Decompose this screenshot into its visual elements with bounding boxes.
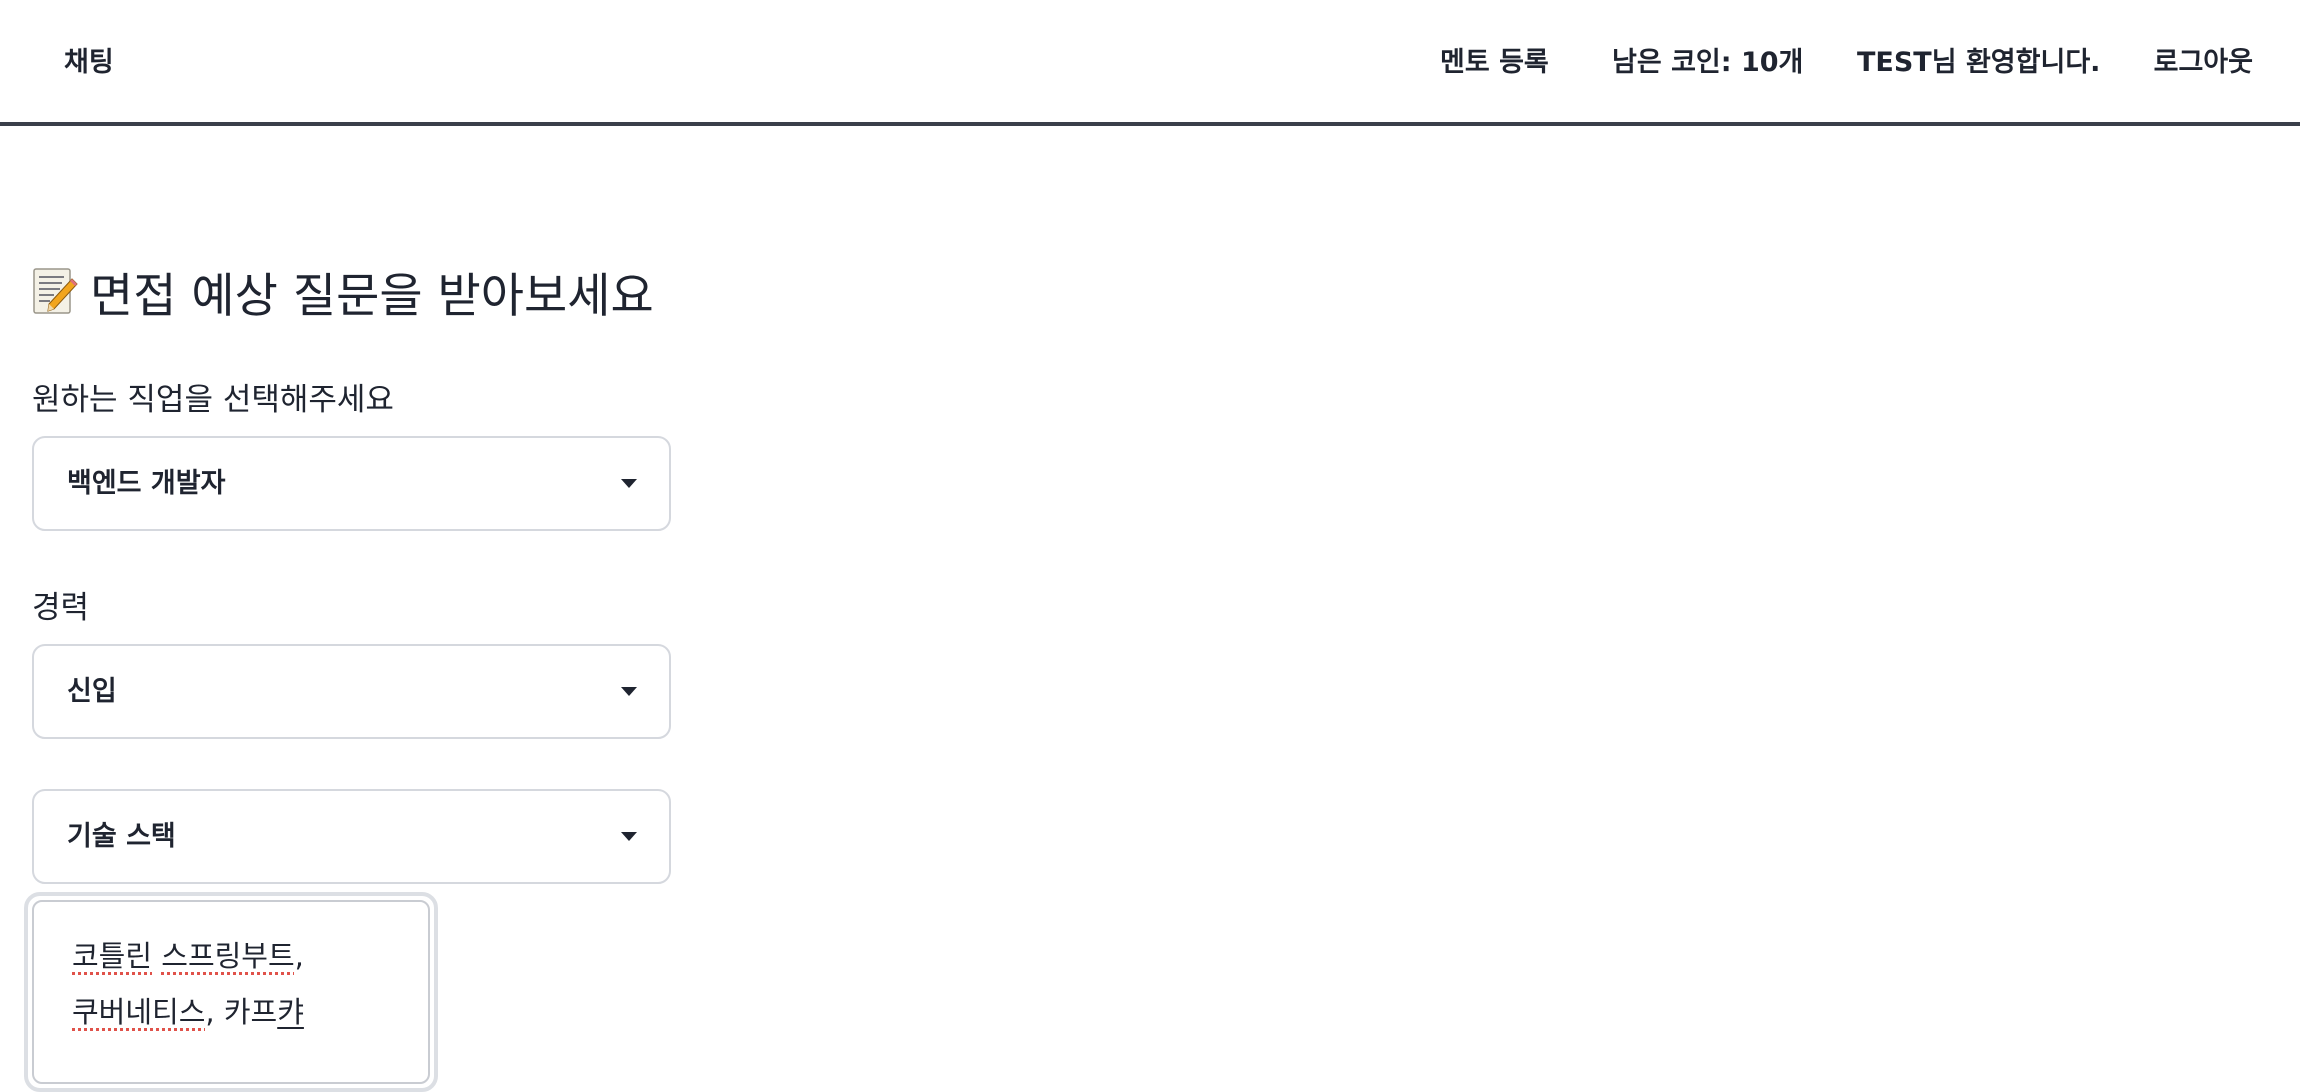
spellcheck-word: 쿠버네티스 xyxy=(72,995,206,1029)
welcome-message: TEST님 환영합니다. xyxy=(1857,47,2101,78)
tech-stack-input-focus-ring: 코틀린 스프링부트, 쿠버네티스, 카프캬 xyxy=(24,892,438,1092)
memo-icon xyxy=(32,265,78,317)
nav-chat-link[interactable]: 채팅 xyxy=(64,0,114,126)
job-select[interactable]: 백엔드 개발자 xyxy=(32,436,671,531)
nav-mentor-register-link[interactable]: 멘토 등록 xyxy=(1440,0,1549,126)
navbar: 채팅 멘토 등록 남은 코인: 10개 TEST님 환영합니다. 로그아웃 xyxy=(0,0,2300,126)
chevron-down-icon xyxy=(621,832,637,841)
tech-stack-select-value: 기술 스택 xyxy=(67,821,176,852)
spellcheck-word: 코틀린 xyxy=(72,939,153,973)
career-select-value: 신입 xyxy=(67,676,117,707)
separator: , xyxy=(294,939,304,973)
typed-text: 카프 xyxy=(223,995,278,1029)
page-title-row: 면접 예상 질문을 받아보세요 xyxy=(32,258,654,324)
career-select-label: 경력 xyxy=(32,590,90,626)
coin-balance: 남은 코인: 10개 xyxy=(1612,47,1804,78)
chevron-down-icon xyxy=(621,479,637,488)
ime-composing-char: 캬 xyxy=(277,995,304,1029)
spellcheck-word: 스프링부트 xyxy=(161,939,295,973)
chevron-down-icon xyxy=(621,687,637,696)
job-select-value: 백엔드 개발자 xyxy=(67,468,226,499)
job-select-label: 원하는 직업을 선택해주세요 xyxy=(32,382,394,418)
page-title: 면접 예상 질문을 받아보세요 xyxy=(90,268,654,324)
logout-link[interactable]: 로그아웃 xyxy=(2154,0,2253,126)
separator: , xyxy=(205,995,224,1029)
career-select[interactable]: 신입 xyxy=(32,644,671,739)
textarea-line-1: 코틀린 스프링부트, xyxy=(72,928,428,984)
textarea-line-2: 쿠버네티스, 카프캬 xyxy=(72,984,428,1040)
tech-stack-textarea[interactable]: 코틀린 스프링부트, 쿠버네티스, 카프캬 xyxy=(32,900,430,1084)
tech-stack-select[interactable]: 기술 스택 xyxy=(32,789,671,884)
